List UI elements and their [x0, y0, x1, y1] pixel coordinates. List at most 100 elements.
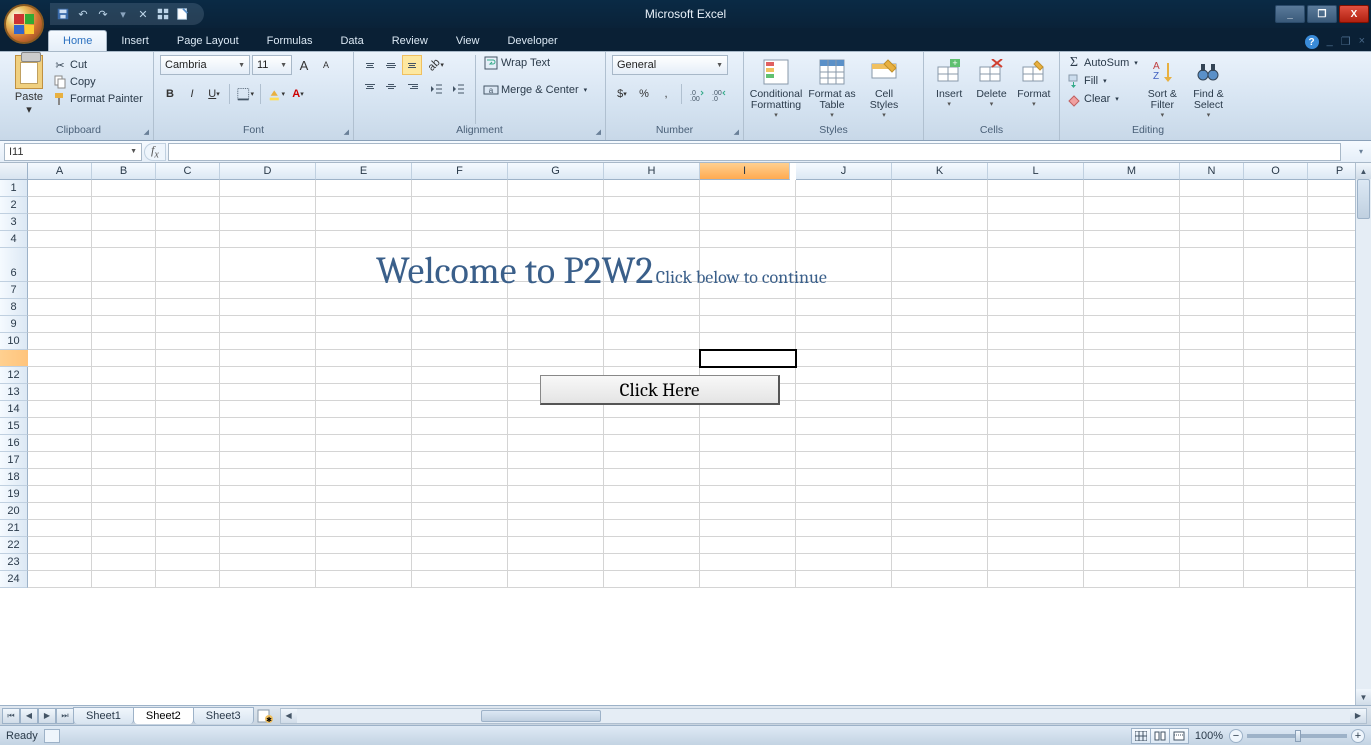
cell[interactable]: [892, 197, 988, 214]
cell[interactable]: [892, 367, 988, 384]
cell[interactable]: [316, 486, 412, 503]
view-page-layout-button[interactable]: [1150, 728, 1170, 744]
cell[interactable]: [796, 554, 892, 571]
cell[interactable]: [316, 384, 412, 401]
cell[interactable]: [892, 401, 988, 418]
cell[interactable]: [508, 554, 604, 571]
cut-button[interactable]: ✂ Cut: [52, 57, 143, 73]
cell[interactable]: [604, 214, 700, 231]
cell[interactable]: [892, 265, 988, 282]
percent-button[interactable]: %: [634, 84, 654, 104]
cell[interactable]: [796, 384, 892, 401]
cell[interactable]: [1084, 571, 1180, 588]
close-button[interactable]: X: [1339, 5, 1369, 23]
cell[interactable]: [220, 520, 316, 537]
insert-sheet-button[interactable]: ✱: [254, 709, 276, 723]
cell[interactable]: [700, 503, 796, 520]
cell[interactable]: [1084, 418, 1180, 435]
cell[interactable]: [316, 299, 412, 316]
cell[interactable]: [28, 571, 92, 588]
cell[interactable]: [412, 197, 508, 214]
cell[interactable]: [156, 350, 220, 367]
fill-button[interactable]: Fill▾: [1066, 73, 1138, 89]
cell[interactable]: [156, 180, 220, 197]
cell[interactable]: [1180, 214, 1244, 231]
formula-expand-icon[interactable]: ▾: [1355, 147, 1367, 156]
cell[interactable]: [92, 520, 156, 537]
column-header[interactable]: M: [1084, 163, 1180, 180]
row-header[interactable]: 24: [0, 571, 28, 588]
cell[interactable]: [412, 367, 508, 384]
cell[interactable]: [220, 486, 316, 503]
cell[interactable]: [412, 503, 508, 520]
column-header[interactable]: J: [796, 163, 892, 180]
cell[interactable]: [412, 180, 508, 197]
cell[interactable]: [1180, 350, 1244, 367]
cell[interactable]: [508, 197, 604, 214]
cell[interactable]: [1084, 367, 1180, 384]
save-icon[interactable]: [56, 7, 70, 21]
tab-nav-first[interactable]: ⏮: [2, 708, 20, 724]
cell[interactable]: [156, 486, 220, 503]
cell[interactable]: [92, 452, 156, 469]
delete-cells-button[interactable]: Delete▾: [972, 55, 1010, 110]
cell[interactable]: [892, 486, 988, 503]
cell[interactable]: [700, 214, 796, 231]
row-header[interactable]: 15: [0, 418, 28, 435]
font-face-select[interactable]: Cambria▼: [160, 55, 250, 75]
cell[interactable]: [604, 333, 700, 350]
cell[interactable]: [988, 333, 1084, 350]
cell[interactable]: [604, 435, 700, 452]
cell[interactable]: [796, 350, 892, 367]
cell[interactable]: [28, 486, 92, 503]
scroll-up-icon[interactable]: ▲: [1356, 163, 1371, 179]
cell[interactable]: [412, 554, 508, 571]
cell[interactable]: [604, 180, 700, 197]
cell[interactable]: [1244, 384, 1308, 401]
cell[interactable]: [1084, 384, 1180, 401]
cell[interactable]: [604, 571, 700, 588]
cell[interactable]: [988, 282, 1084, 299]
cell[interactable]: [1084, 180, 1180, 197]
cell[interactable]: [1180, 316, 1244, 333]
cell[interactable]: [988, 486, 1084, 503]
cell[interactable]: [892, 180, 988, 197]
cell[interactable]: [92, 486, 156, 503]
cell[interactable]: [892, 333, 988, 350]
horizontal-scrollbar[interactable]: ◀ ▶: [280, 708, 1367, 724]
cell[interactable]: [412, 384, 508, 401]
cell[interactable]: [796, 435, 892, 452]
row-header[interactable]: 22: [0, 537, 28, 554]
minimize-button[interactable]: _: [1275, 5, 1305, 23]
cell[interactable]: [988, 367, 1084, 384]
zoom-slider[interactable]: [1247, 734, 1347, 738]
tab-review[interactable]: Review: [378, 31, 442, 51]
cell[interactable]: [220, 350, 316, 367]
cell[interactable]: [1084, 537, 1180, 554]
tab-formulas[interactable]: Formulas: [253, 31, 327, 51]
currency-button[interactable]: $▾: [612, 84, 632, 104]
cell[interactable]: [1084, 316, 1180, 333]
office-button[interactable]: [4, 4, 44, 44]
cell[interactable]: [28, 401, 92, 418]
cell[interactable]: [1180, 231, 1244, 248]
underline-button[interactable]: U▾: [204, 84, 224, 104]
cell[interactable]: [412, 435, 508, 452]
cell[interactable]: [412, 418, 508, 435]
cell[interactable]: [1084, 350, 1180, 367]
conditional-formatting-button[interactable]: Conditional Formatting▾: [750, 55, 802, 121]
row-header[interactable]: 20: [0, 503, 28, 520]
cell[interactable]: [92, 197, 156, 214]
cell[interactable]: [796, 537, 892, 554]
cell[interactable]: [604, 452, 700, 469]
cell[interactable]: [316, 231, 412, 248]
cell[interactable]: [700, 571, 796, 588]
cell[interactable]: [1084, 435, 1180, 452]
hscroll-thumb[interactable]: [481, 710, 601, 722]
cell[interactable]: [508, 231, 604, 248]
workbook-restore-icon[interactable]: ❐: [1341, 35, 1351, 49]
cell[interactable]: [988, 435, 1084, 452]
view-page-break-button[interactable]: [1169, 728, 1189, 744]
cell[interactable]: [1244, 537, 1308, 554]
cell[interactable]: [796, 571, 892, 588]
